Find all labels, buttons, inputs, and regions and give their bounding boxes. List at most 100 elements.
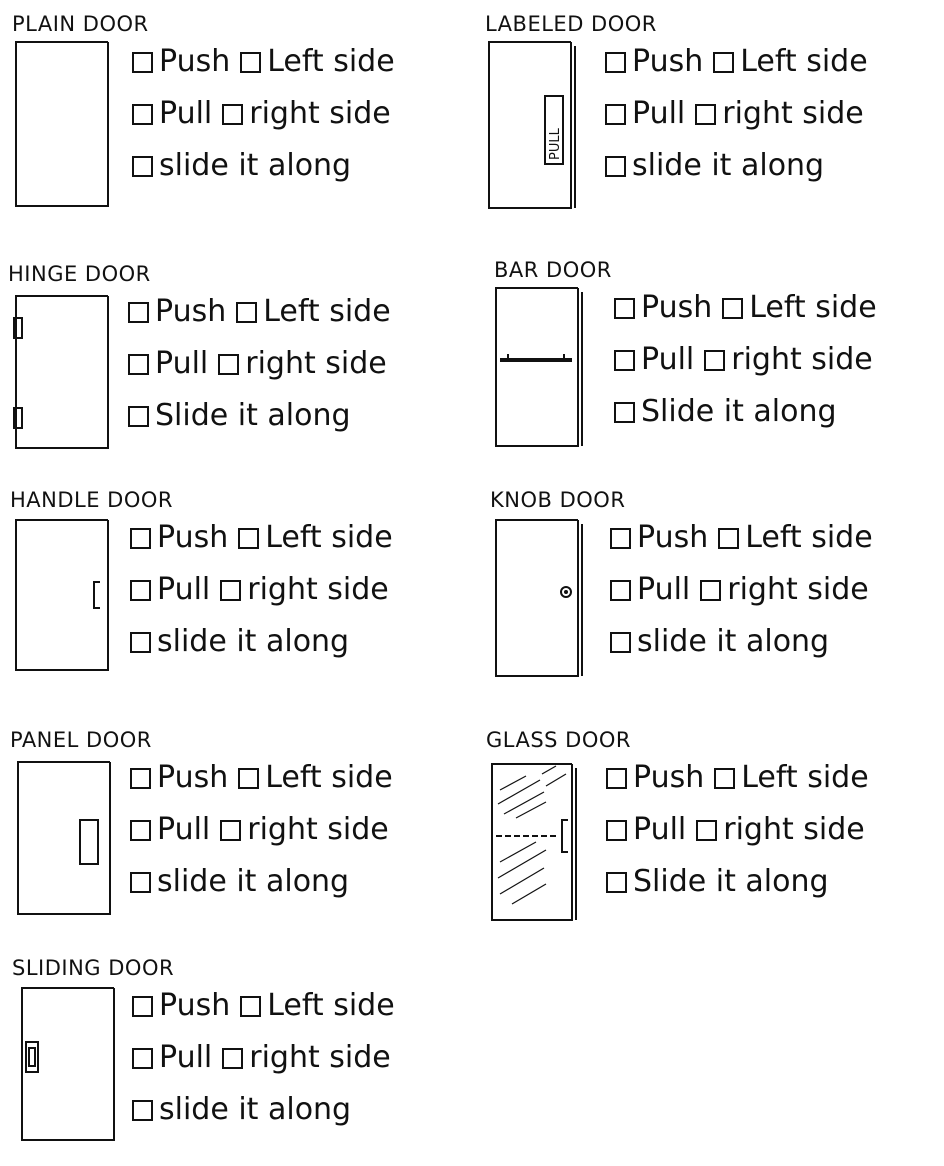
pull-checkbox[interactable]: Pull	[130, 575, 210, 605]
right-side-checkbox[interactable]: right side	[220, 815, 389, 845]
section-title: Labeled door	[485, 12, 657, 36]
right-side-label: right side	[727, 572, 869, 607]
pull-label: Pull	[633, 812, 687, 847]
slide-label: slide it along	[637, 624, 830, 659]
push-checkbox[interactable]: Push	[128, 297, 226, 327]
option-list: Push Left side Pull right side slide it …	[130, 752, 403, 908]
pull-checkbox[interactable]: Pull	[606, 815, 686, 845]
pull-checkbox[interactable]: Pull	[132, 1043, 212, 1073]
section-knob-door: Knob door Push Left side Pull right side…	[490, 488, 944, 688]
left-side-label: Left side	[749, 290, 877, 325]
section-title: Bar door	[494, 258, 612, 282]
panel-door-icon	[17, 761, 111, 915]
push-checkbox[interactable]: Push	[130, 523, 228, 553]
pull-label: Pull	[155, 346, 209, 381]
slide-label: slide it along	[159, 148, 352, 183]
slide-checkbox[interactable]: slide it along	[130, 627, 349, 657]
right-side-label: right side	[247, 812, 389, 847]
right-side-checkbox[interactable]: right side	[695, 99, 864, 129]
left-side-label: Left side	[265, 520, 393, 555]
slide-checkbox[interactable]: slide it along	[130, 867, 349, 897]
push-checkbox[interactable]: Push	[132, 991, 230, 1021]
right-side-label: right side	[249, 96, 391, 131]
left-side-checkbox[interactable]: Left side	[718, 520, 873, 555]
push-checkbox[interactable]: Push	[614, 293, 712, 323]
left-side-checkbox[interactable]: Left side	[713, 47, 868, 77]
right-side-checkbox[interactable]: right side	[222, 99, 391, 129]
slide-checkbox[interactable]: Slide it along	[128, 401, 351, 431]
right-side-checkbox[interactable]: right side	[696, 815, 865, 845]
section-title: Panel door	[10, 728, 152, 752]
left-side-checkbox[interactable]: Left side	[722, 290, 877, 325]
left-side-checkbox[interactable]: Left side	[238, 520, 393, 555]
slide-label: slide it along	[159, 1092, 352, 1127]
section-glass-door: Glass door Push Left side Pull right sid…	[486, 728, 944, 928]
option-list: Push Left side Pull right side Slide it …	[614, 282, 887, 438]
left-side-checkbox[interactable]: Left side	[238, 760, 393, 795]
pull-label: Pull	[159, 96, 213, 131]
section-handle-door: Handle door Push Left side Pull right si…	[10, 488, 470, 688]
plain-door-icon	[15, 41, 109, 207]
section-panel-door: Panel door Push Left side Pull right sid…	[10, 728, 470, 928]
pull-checkbox[interactable]: Pull	[610, 575, 690, 605]
pull-checkbox[interactable]: Pull	[130, 815, 210, 845]
option-list: Push Left side Pull right side slide it …	[130, 512, 403, 668]
pull-checkbox[interactable]: Pull	[614, 345, 694, 375]
slide-label: Slide it along	[633, 864, 829, 899]
right-side-checkbox[interactable]: right side	[220, 575, 389, 605]
pull-label: Pull	[157, 572, 211, 607]
left-side-label: Left side	[741, 760, 869, 795]
section-hinge-door: Hinge door Push Left side Pull right sid…	[8, 262, 468, 462]
right-side-label: right side	[723, 812, 865, 847]
section-labeled-door: Labeled door PULL Push Left side Pull ri…	[485, 12, 944, 212]
slide-checkbox[interactable]: slide it along	[132, 151, 351, 181]
pull-label: Pull	[641, 342, 695, 377]
pull-checkbox[interactable]: Pull	[132, 99, 212, 129]
left-side-label: Left side	[745, 520, 873, 555]
left-side-checkbox[interactable]: Left side	[240, 988, 395, 1023]
pull-label: Pull	[157, 812, 211, 847]
right-side-label: right side	[731, 342, 873, 377]
left-side-label: Left side	[267, 988, 395, 1023]
right-side-label: right side	[245, 346, 387, 381]
push-checkbox[interactable]: Push	[130, 763, 228, 793]
left-side-label: Left side	[267, 44, 395, 79]
pull-label: Pull	[632, 96, 686, 131]
pull-checkbox[interactable]: Pull	[605, 99, 685, 129]
slide-checkbox[interactable]: Slide it along	[614, 397, 837, 427]
section-title: Sliding door	[12, 956, 175, 980]
push-checkbox[interactable]: Push	[132, 47, 230, 77]
push-label: Push	[641, 290, 713, 325]
left-side-label: Left side	[265, 760, 393, 795]
slide-checkbox[interactable]: Slide it along	[606, 867, 829, 897]
glass-door-icon	[491, 763, 577, 921]
slide-label: slide it along	[157, 864, 350, 899]
right-side-label: right side	[249, 1040, 391, 1075]
push-checkbox[interactable]: Push	[605, 47, 703, 77]
right-side-checkbox[interactable]: right side	[218, 349, 387, 379]
slide-checkbox[interactable]: slide it along	[132, 1095, 351, 1125]
slide-checkbox[interactable]: slide it along	[610, 627, 829, 657]
push-checkbox[interactable]: Push	[606, 763, 704, 793]
right-side-checkbox[interactable]: right side	[700, 575, 869, 605]
push-checkbox[interactable]: Push	[610, 523, 708, 553]
right-side-checkbox[interactable]: right side	[704, 345, 873, 375]
left-side-label: Left side	[263, 294, 391, 329]
option-list: Push Left side Pull right side slide it …	[132, 36, 405, 192]
slide-label: slide it along	[632, 148, 825, 183]
left-side-checkbox[interactable]: Left side	[714, 760, 869, 795]
slide-checkbox[interactable]: slide it along	[605, 151, 824, 181]
left-side-checkbox[interactable]: Left side	[236, 294, 391, 329]
slide-label: Slide it along	[641, 394, 837, 429]
hinge-door-icon	[13, 295, 109, 449]
pull-label: Pull	[637, 572, 691, 607]
slide-label: slide it along	[157, 624, 350, 659]
right-side-label: right side	[722, 96, 864, 131]
left-side-checkbox[interactable]: Left side	[240, 44, 395, 79]
option-list: Push Left side Pull right side slide it …	[610, 512, 883, 668]
sliding-door-icon	[21, 987, 115, 1141]
option-list: Push Left side Pull right side Slide it …	[128, 286, 401, 442]
pull-checkbox[interactable]: Pull	[128, 349, 208, 379]
right-side-checkbox[interactable]: right side	[222, 1043, 391, 1073]
labeled-door-icon: PULL	[488, 41, 576, 209]
